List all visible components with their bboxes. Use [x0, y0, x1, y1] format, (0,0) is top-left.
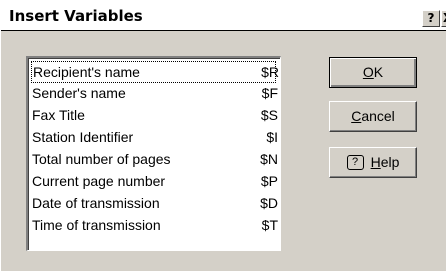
- variable-name: Recipient's name: [33, 64, 140, 80]
- list-item[interactable]: Date of transmission $D: [31, 193, 278, 215]
- variable-code: $P: [260, 173, 278, 189]
- variable-code: $S: [260, 107, 278, 123]
- ok-button[interactable]: OK: [329, 57, 417, 88]
- help-label: elp: [380, 154, 400, 170]
- list-item[interactable]: Recipient's name $R: [31, 61, 279, 83]
- cancel-label: ancel: [361, 108, 395, 124]
- variable-code: $I: [266, 129, 278, 145]
- help-button[interactable]: ? Help: [329, 147, 417, 178]
- list-item[interactable]: Station Identifier $I: [31, 127, 278, 149]
- title-close-button[interactable]: X: [441, 10, 446, 27]
- list-item[interactable]: Total number of pages $N: [31, 149, 278, 171]
- variable-name: Fax Title: [32, 107, 85, 123]
- title-help-button[interactable]: ?: [422, 10, 440, 27]
- variables-listbox[interactable]: Recipient's name $R Sender's name $F Fax…: [26, 56, 281, 251]
- list-item[interactable]: Current page number $P: [31, 171, 278, 193]
- variable-name: Current page number: [32, 173, 166, 189]
- variable-name: Station Identifier: [32, 129, 134, 145]
- list-item[interactable]: Time of transmission $T: [31, 215, 278, 237]
- help-mnemonic: H: [370, 154, 381, 170]
- help-icon: ?: [346, 154, 364, 170]
- variable-code: $N: [260, 151, 278, 167]
- list-item[interactable]: Sender's name $F: [31, 83, 278, 105]
- ok-mnemonic: O: [362, 64, 374, 80]
- variable-code: $D: [260, 195, 278, 211]
- cancel-mnemonic: C: [351, 108, 362, 124]
- variable-name: Sender's name: [32, 85, 126, 101]
- list-item[interactable]: Fax Title $S: [31, 105, 278, 127]
- insert-variables-dialog: Insert Variables ? X Recipient's name $R…: [0, 0, 446, 271]
- variable-name: Time of transmission: [32, 217, 161, 233]
- ok-label: K: [373, 64, 384, 80]
- variable-code: $T: [261, 217, 278, 233]
- variable-name: Date of transmission: [32, 195, 160, 211]
- dialog-title: Insert Variables: [9, 7, 143, 25]
- variable-name: Total number of pages: [32, 151, 171, 167]
- title-bar[interactable]: Insert Variables ? X: [1, 1, 446, 31]
- variable-code: $R: [261, 64, 279, 80]
- cancel-button[interactable]: Cancel: [329, 101, 417, 132]
- variable-code: $F: [261, 85, 278, 101]
